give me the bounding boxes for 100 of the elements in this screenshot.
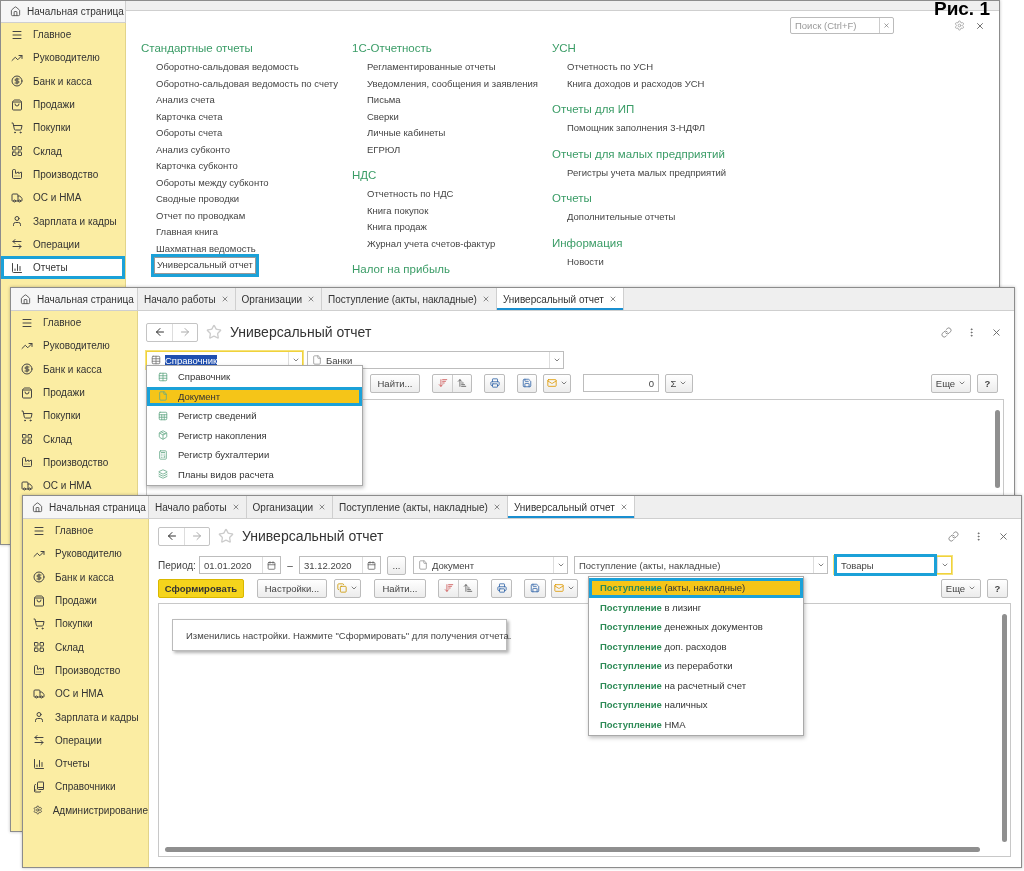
list-option[interactable]: Документ <box>147 386 362 406</box>
type-field[interactable]: Документ <box>413 556 568 574</box>
report-link[interactable]: Анализ субконто <box>154 141 233 158</box>
table-field[interactable]: Товары <box>834 556 952 574</box>
list-option[interactable]: Справочник <box>147 367 362 387</box>
report-link[interactable]: Отчетность по НДС <box>365 186 456 203</box>
sidebar-item[interactable]: Зарплата и кадры <box>1 209 125 233</box>
list-option[interactable]: Поступление (акты, накладные) <box>589 578 803 598</box>
list-option[interactable]: Регистр бухгалтерии <box>147 445 362 465</box>
report-link[interactable]: Личные кабинеты <box>365 125 448 142</box>
tab[interactable]: Поступление (акты, накладные) <box>333 496 508 518</box>
sidebar-item[interactable]: Продажи <box>11 380 137 405</box>
date-field[interactable]: 01.01.2020 <box>199 556 281 574</box>
home-tab[interactable]: Начальная страница <box>23 496 149 518</box>
sidebar-item[interactable]: Отчеты <box>1 255 125 280</box>
sidebar-item[interactable]: Отчеты <box>23 751 148 776</box>
report-link[interactable]: Оборотно-сальдовая ведомость <box>154 59 301 76</box>
sidebar-item[interactable]: Склад <box>11 427 137 451</box>
sidebar-item[interactable]: ОС и НМА <box>11 474 137 498</box>
sidebar-item[interactable]: Покупки <box>1 116 125 140</box>
list-option[interactable]: Поступление НМА <box>589 714 803 734</box>
report-link[interactable]: Дополнительные отчеты <box>565 209 678 226</box>
home-tab[interactable]: Начальная страница <box>1 1 126 23</box>
number-field[interactable]: 0 <box>583 374 659 392</box>
report-link[interactable]: Отчетность по УСН <box>565 59 656 76</box>
sidebar-item[interactable]: Главное <box>11 311 137 335</box>
sidebar-item[interactable]: ОС и НМА <box>1 186 125 210</box>
help-button[interactable]: ? <box>977 373 998 393</box>
report-link[interactable]: Книга покупок <box>365 202 431 219</box>
sidebar-item[interactable]: Операции <box>23 728 148 752</box>
more-button[interactable]: Еще <box>931 373 971 393</box>
report-link[interactable]: Обороты счета <box>154 125 225 142</box>
sidebar-item[interactable]: Продажи <box>23 588 148 613</box>
report-link[interactable]: Анализ счета <box>154 92 217 109</box>
report-link[interactable]: Регистры учета малых предприятий <box>565 164 729 181</box>
sum-button[interactable]: Σ <box>665 373 693 393</box>
sidebar-item[interactable]: Банк и касса <box>1 69 125 93</box>
sidebar-item[interactable]: Главное <box>23 519 148 543</box>
tab[interactable]: Начало работы <box>138 288 236 310</box>
find-button[interactable]: Найти... <box>374 578 426 598</box>
find-button[interactable]: Найти... <box>370 373 420 393</box>
report-link[interactable]: Сводные проводки <box>154 191 242 208</box>
report-link[interactable]: Главная книга <box>154 224 221 241</box>
sidebar-item[interactable]: Руководителю <box>23 542 148 566</box>
sidebar-item[interactable]: Руководителю <box>1 46 125 70</box>
list-option[interactable]: Поступление наличных <box>589 695 803 715</box>
object-field[interactable]: Поступление (акты, накладные) <box>574 556 828 574</box>
tab[interactable]: Поступление (акты, накладные) <box>322 288 497 310</box>
report-link[interactable]: Карточка счета <box>154 108 225 125</box>
sidebar-item[interactable]: Руководителю <box>11 334 137 358</box>
tab[interactable]: Универсальный отчет <box>507 496 635 518</box>
report-link[interactable]: Отчет по проводкам <box>154 207 248 224</box>
date-field[interactable]: 31.12.2020 <box>299 556 381 574</box>
sidebar-item[interactable]: Продажи <box>1 92 125 117</box>
report-link[interactable]: ЕГРЮЛ <box>365 141 403 158</box>
sidebar-item[interactable]: Администрирование <box>23 798 148 822</box>
sidebar-item[interactable]: Покупки <box>11 404 137 428</box>
tab[interactable]: Организации <box>246 496 334 518</box>
sidebar-item[interactable]: Производство <box>1 162 125 187</box>
report-link[interactable]: Уведомления, сообщения и заявления <box>365 75 540 92</box>
list-option[interactable]: Поступление в лизинг <box>589 597 803 617</box>
report-link[interactable]: Новости <box>565 253 606 270</box>
list-option[interactable]: Поступление денежных документов <box>589 617 803 637</box>
period-button[interactable]: ... <box>387 555 406 575</box>
list-option[interactable]: Регистр накопления <box>147 425 362 445</box>
report-link[interactable]: Помощник заполнения 3-НДФЛ <box>565 120 708 137</box>
sidebar-item[interactable]: Зарплата и кадры <box>23 705 148 729</box>
sidebar-item[interactable]: Банк и касса <box>23 565 148 589</box>
report-link[interactable]: Обороты между субконто <box>154 174 271 191</box>
sidebar-item[interactable]: Главное <box>1 23 125 47</box>
report-link[interactable]: Письма <box>365 92 403 109</box>
home-tab[interactable]: Начальная страница <box>11 288 138 310</box>
report-link[interactable]: Универсальный отчет <box>154 257 256 274</box>
sidebar-item[interactable]: Производство <box>23 658 148 683</box>
report-link[interactable]: Книга доходов и расходов УСН <box>565 75 707 92</box>
sidebar-item[interactable]: Склад <box>1 139 125 163</box>
report-link[interactable]: Карточка субконто <box>154 158 240 175</box>
help-button[interactable]: ? <box>987 578 1008 598</box>
tab[interactable]: Начало работы <box>149 496 247 518</box>
report-link[interactable]: Книга продаж <box>365 219 429 236</box>
sidebar-item[interactable]: Справочники <box>23 775 148 799</box>
more-button[interactable]: Еще <box>941 578 981 598</box>
report-link[interactable]: Журнал учета счетов-фактур <box>365 235 498 252</box>
list-option[interactable]: Поступление доп. расходов <box>589 636 803 656</box>
list-option[interactable]: Планы видов расчета <box>147 464 362 484</box>
report-link[interactable]: Оборотно-сальдовая ведомость по счету <box>154 75 341 92</box>
settings-button[interactable]: Настройки... <box>257 578 327 598</box>
tab[interactable]: Организации <box>235 288 323 310</box>
list-option[interactable]: Регистр сведений <box>147 406 362 426</box>
report-link[interactable]: Сверки <box>365 108 401 125</box>
list-option[interactable]: Поступление на расчетный счет <box>589 675 803 695</box>
sidebar-item[interactable]: Банк и касса <box>11 357 137 381</box>
sidebar-item[interactable]: Склад <box>23 635 148 659</box>
sidebar-item[interactable]: Покупки <box>23 612 148 636</box>
sidebar-item[interactable]: Операции <box>1 232 125 256</box>
report-link[interactable]: Регламентированные отчеты <box>365 59 498 76</box>
sidebar-item[interactable]: ОС и НМА <box>23 682 148 706</box>
tab[interactable]: Универсальный отчет <box>496 288 624 310</box>
sidebar-item[interactable]: Производство <box>11 450 137 475</box>
generate-button[interactable]: Сформировать <box>158 578 244 598</box>
